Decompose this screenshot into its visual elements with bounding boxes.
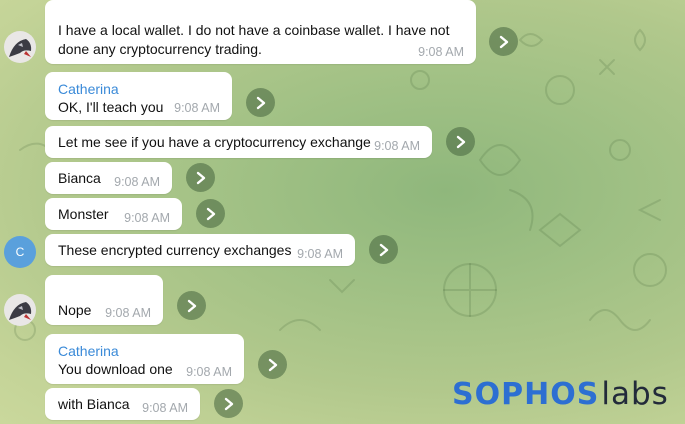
- message-bubble: Nope 9:08 AM: [45, 275, 163, 325]
- message-text: Let me see if you have a cryptocurrency …: [58, 134, 371, 150]
- message-bubble: Catherina OK, I'll teach you 9:08 AM: [45, 72, 232, 120]
- letter-avatar[interactable]: C: [4, 236, 36, 268]
- brand-sophos: SOPHOS: [452, 377, 600, 412]
- sender-name[interactable]: Catherina: [58, 343, 119, 359]
- message-timestamp: 9:08 AM: [142, 401, 188, 415]
- chevron-right-icon: [206, 207, 215, 220]
- chevron-right-icon: [196, 171, 205, 184]
- message-text: with Bianca: [58, 396, 130, 412]
- avatar-image: [4, 294, 36, 326]
- chevron-right-icon: [256, 96, 265, 109]
- forward-button[interactable]: [186, 163, 215, 192]
- brand-labs: labs: [601, 376, 669, 412]
- message-timestamp: 9:08 AM: [114, 175, 160, 189]
- forward-button[interactable]: [258, 350, 287, 379]
- message-bubble: Let me see if you have a cryptocurrency …: [45, 126, 432, 158]
- forward-button[interactable]: [196, 199, 225, 228]
- message-bubble: with Bianca 9:08 AM: [45, 388, 200, 420]
- forward-button[interactable]: [369, 235, 398, 264]
- message-text: OK, I'll teach you: [58, 99, 164, 115]
- forward-button[interactable]: [177, 291, 206, 320]
- message-text: These encrypted currency exchanges: [58, 242, 292, 258]
- message-text: Nope: [58, 302, 92, 318]
- chevron-right-icon: [268, 358, 277, 371]
- avatar-letter: C: [15, 245, 25, 259]
- message-timestamp: 9:08 AM: [297, 247, 343, 261]
- message-timestamp: 9:08 AM: [374, 139, 420, 153]
- chevron-right-icon: [379, 243, 388, 256]
- message-bubble: These encrypted currency exchanges 9:08 …: [45, 234, 355, 266]
- message-bubble: Monster 9:08 AM: [45, 198, 182, 230]
- message-bubble: Bianca 9:08 AM: [45, 162, 172, 194]
- message-text: I have a local wallet. I do not have a c…: [58, 22, 450, 57]
- avatar[interactable]: [4, 294, 36, 326]
- chevron-right-icon: [187, 299, 196, 312]
- sophoslabs-watermark: SOPHOS labs: [452, 376, 669, 412]
- message-timestamp: 9:08 AM: [174, 101, 220, 115]
- avatar[interactable]: [4, 31, 36, 63]
- message-timestamp: 9:08 AM: [124, 211, 170, 225]
- message-bubble: Catherina You download one 9:08 AM: [45, 334, 244, 384]
- chevron-right-icon: [456, 135, 465, 148]
- chevron-right-icon: [224, 397, 233, 410]
- forward-button[interactable]: [489, 27, 518, 56]
- forward-button[interactable]: [246, 88, 275, 117]
- message-text: Bianca: [58, 170, 101, 186]
- message-text: You download one: [58, 361, 173, 377]
- chevron-right-icon: [499, 35, 508, 48]
- message-timestamp: 9:08 AM: [186, 365, 232, 379]
- message-text: Monster: [58, 206, 109, 222]
- message-timestamp: 9:08 AM: [105, 306, 151, 320]
- avatar-image: [4, 31, 36, 63]
- message-timestamp: 9:08 AM: [418, 45, 464, 59]
- forward-button[interactable]: [446, 127, 475, 156]
- sender-name[interactable]: Catherina: [58, 81, 119, 97]
- message-bubble: I have a local wallet. I do not have a c…: [45, 0, 476, 64]
- forward-button[interactable]: [214, 389, 243, 418]
